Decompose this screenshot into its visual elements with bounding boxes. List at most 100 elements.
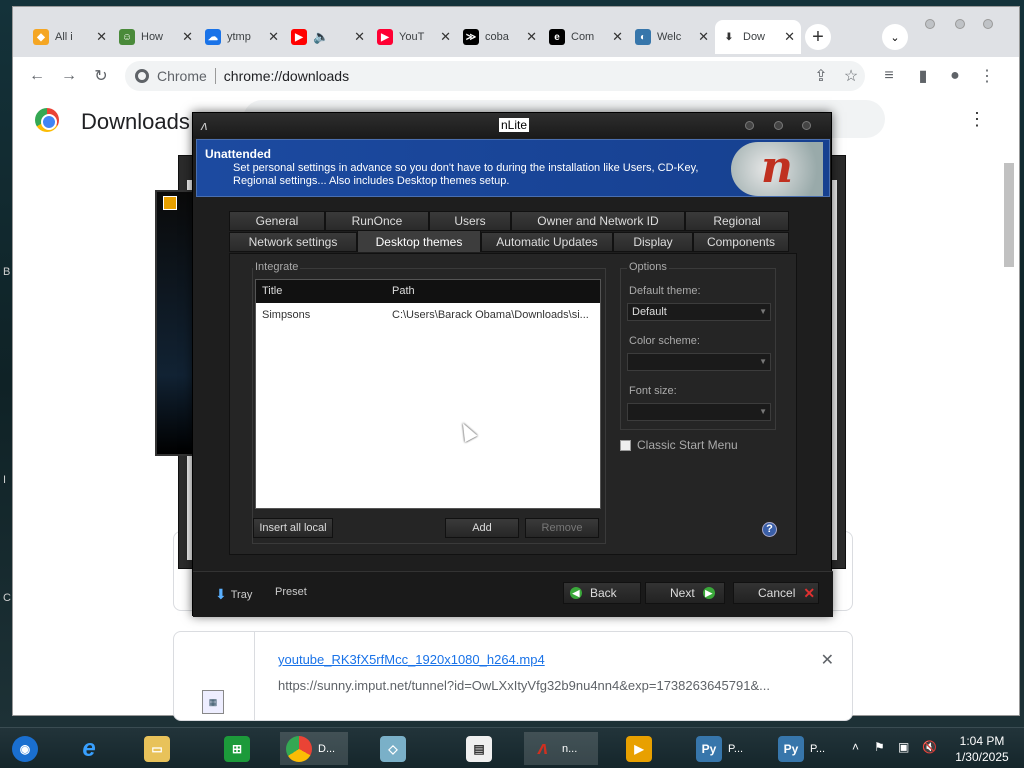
more-options-icon[interactable]: ⋮ [968,109,986,130]
forward-arrow-icon[interactable]: → [57,64,81,88]
taskbar-label: P... [728,742,744,755]
back-button[interactable]: ◀ Back [563,582,641,604]
close-icon[interactable]: ✕ [354,29,365,45]
next-label: Next [670,586,695,600]
browser-tab[interactable]: e Com ✕ [543,20,629,54]
tab-desktop-themes[interactable]: Desktop themes [357,230,481,252]
taskbar-item[interactable]: Py P... [772,732,846,765]
taskbar-item[interactable]: e [70,732,108,765]
notepad-icon: ▤ [466,735,492,762]
close-icon[interactable]: ✕ [268,29,279,45]
close-icon[interactable]: ✕ [182,29,193,45]
checkbox[interactable] [620,439,631,451]
tab-owner-network-id[interactable]: Owner and Network ID [511,211,685,231]
close-icon[interactable]: ✕ [698,29,709,45]
close-button[interactable] [802,121,811,130]
add-button[interactable]: Add [445,518,519,538]
close-window-button[interactable] [983,19,993,29]
default-theme-select[interactable]: Default ▼ [627,303,771,321]
browser-tab-active[interactable]: ⬇ Dow ✕ [715,20,801,54]
close-icon[interactable]: ✕ [440,29,451,45]
address-bar[interactable]: Chrome chrome://downloads [125,61,865,91]
tab-label: coba [485,31,509,43]
menu-kebab-icon[interactable]: ⋮ [975,64,999,88]
taskbar-item[interactable]: ʌ n... [524,732,598,765]
next-button[interactable]: Next ▶ [645,582,725,604]
profile-icon[interactable]: ● [943,64,967,88]
download-filename-link[interactable]: youtube_RK3fX5rfMcc_1920x1080_h264.mp4 [278,652,545,667]
maximize-button[interactable] [774,121,783,130]
scrollbar-thumb[interactable] [1004,163,1014,267]
taskbar-item[interactable]: D... [280,732,348,765]
column-header-path[interactable]: Path [386,280,600,303]
remove-download-icon[interactable]: ✕ [821,650,834,670]
tab-label: Com [571,31,595,43]
close-icon[interactable]: ✕ [526,29,537,45]
taskbar-label: D... [318,742,336,755]
preset-button[interactable]: Preset [275,586,307,598]
tray-expand-icon[interactable]: ˄ [852,740,859,754]
network-icon[interactable]: ▣ [898,740,909,754]
tray-button[interactable]: ⬇ Tray [215,586,252,603]
tab-components[interactable]: Components [693,232,789,252]
insert-all-local-button[interactable]: Insert all local [253,518,333,538]
reload-icon[interactable]: ↻ [89,64,113,88]
back-arrow-icon[interactable]: ← [25,64,49,88]
side-panel-icon[interactable]: ▮ [911,64,935,88]
tab-runonce[interactable]: RunOnce [325,211,429,231]
taskbar-item[interactable]: ◇ [374,732,412,765]
tab-regional[interactable]: Regional [685,211,789,231]
browser-tab[interactable]: ▶ 🔈 ✕ [285,20,371,54]
site-label: Chrome [157,68,207,84]
browser-tab[interactable]: ☁ ytmp ✕ [199,20,285,54]
themes-list[interactable]: Title Path Simpsons C:\Users\Barack Obam… [255,279,601,509]
group-label: Options [627,261,669,273]
new-tab-button[interactable]: + [805,24,831,50]
tab-general[interactable]: General [229,211,325,231]
volume-muted-icon[interactable]: 🔇 [922,740,937,754]
scrollbar[interactable] [1003,147,1015,715]
tab-search-button[interactable]: ⌄ [882,24,908,50]
close-icon[interactable]: ✕ [612,29,623,45]
minimize-button[interactable] [745,121,754,130]
column-header-title[interactable]: Title [256,280,386,303]
browser-tab[interactable]: ◐ Welc ✕ [629,20,715,54]
font-size-select[interactable]: ▼ [627,403,771,421]
taskbar-item[interactable]: ▤ [460,732,498,765]
browser-tab[interactable]: ◆ All i ✕ [27,20,113,54]
clock-time: 1:04 PM [959,734,1005,748]
tab-strip: ◆ All i ✕ ☺ How ✕ ☁ ytmp ✕ ▶ 🔈 ✕ ▶ YouT … [13,7,1019,57]
maximize-button[interactable] [955,19,965,29]
close-icon[interactable]: ✕ [96,29,107,45]
cancel-button[interactable]: Cancel ✕ [733,582,819,604]
help-icon[interactable]: ? [762,522,777,537]
dialog-bottom-bar: ⬇ Tray Preset ◀ Back Next ▶ Cancel ✕ [193,571,833,617]
reading-list-icon[interactable]: ≡ [877,64,901,88]
list-item[interactable]: Simpsons C:\Users\Barack Obama\Downloads… [256,305,600,325]
tab-network-settings[interactable]: Network settings [229,232,357,252]
browser-tab[interactable]: ≫ coba ✕ [457,20,543,54]
bookmark-star-icon[interactable]: ☆ [839,64,863,88]
color-scheme-select[interactable]: ▼ [627,353,771,371]
remove-button[interactable]: Remove [525,518,599,538]
share-icon[interactable]: ⇪ [809,64,833,88]
chevron-down-icon: ▼ [759,307,767,316]
taskbar-item[interactable]: ▶ [620,732,658,765]
tab-automatic-updates[interactable]: Automatic Updates [481,232,613,252]
flag-icon[interactable]: ⚑ [874,740,885,754]
taskbar-item[interactable]: ◉ [6,732,44,765]
diamond-icon: ◆ [33,29,49,45]
tab-display[interactable]: Display [613,232,693,252]
browser-tab[interactable]: ▶ YouT ✕ [371,20,457,54]
taskbar-item[interactable]: Py P... [690,732,764,765]
browser-tab[interactable]: ☺ How ✕ [113,20,199,54]
taskbar-item[interactable]: ▭ [138,732,176,765]
classic-start-menu-checkbox[interactable]: Classic Start Menu [620,438,738,452]
close-icon[interactable]: ✕ [784,29,795,45]
tab-users[interactable]: Users [429,211,511,231]
taskbar-item[interactable]: ⊞ [218,732,256,765]
tray-label: Tray [230,588,253,601]
clock[interactable]: 1:04 PM 1/30/2025 [948,733,1016,765]
minimize-button[interactable] [925,19,935,29]
taskbar: ◉ e ▭ ⊞ D... ◇ ▤ ʌ n... ▶ Py P... Py P..… [0,727,1024,768]
